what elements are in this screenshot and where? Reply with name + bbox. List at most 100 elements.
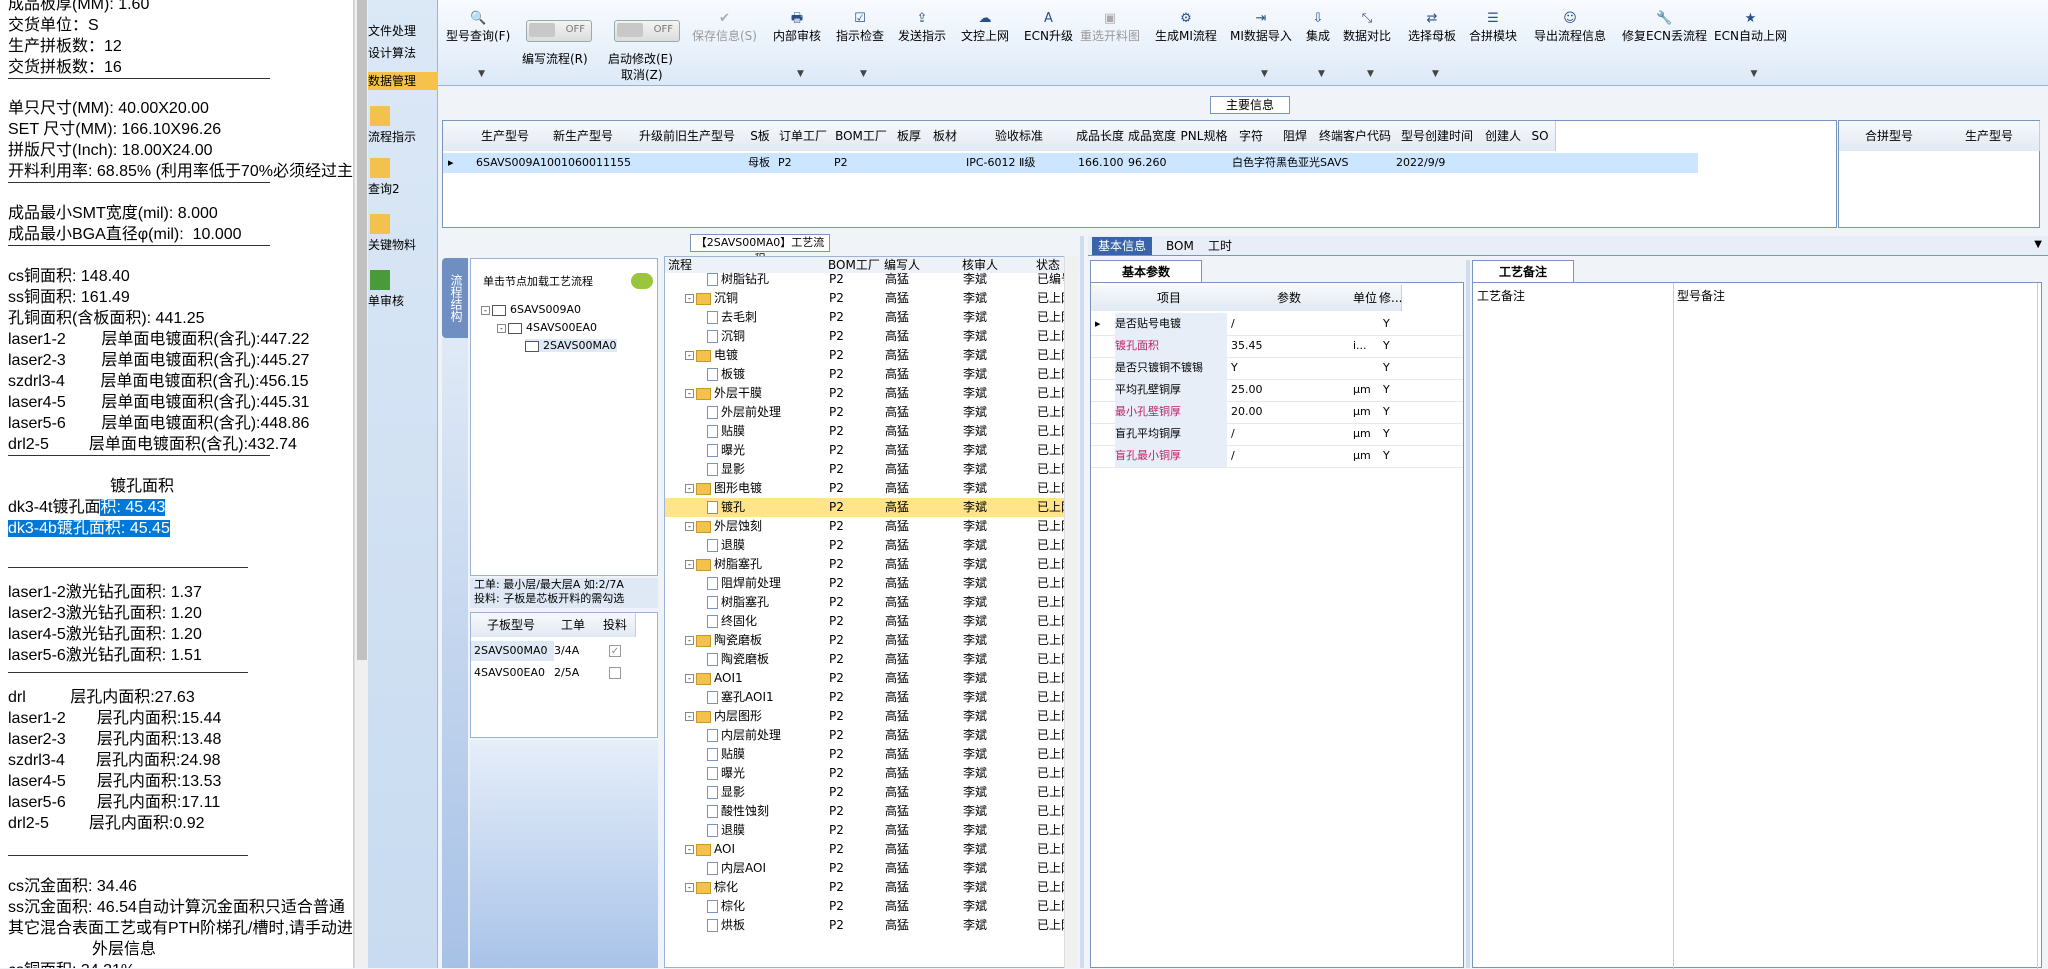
grid-cell[interactable]: 母板 [745,153,778,173]
dropdown-arrow-icon[interactable]: ▼ [1318,66,1325,82]
process-row[interactable]: 内层AOI P2 高猛 李斌 已上网 [665,859,1073,878]
param-row[interactable]: 镀孔面积 35.45 i... Y [1091,335,1463,358]
column-header[interactable]: SO [1525,121,1556,151]
process-row[interactable]: 沉铜 P2 高猛 李斌 已上网 [665,327,1073,346]
toolbar-button[interactable]: 🔧 修复ECN丢流程 [1622,12,1707,44]
toolbar-button[interactable]: ⇪ 发送指示 [898,12,946,44]
process-row[interactable]: - 棕化 P2 高猛 李斌 已上网 [665,878,1073,897]
param-value[interactable]: 25.00 [1231,379,1347,401]
param-row[interactable]: 平均孔壁铜厚 25.00 μm Y [1091,379,1463,402]
process-row[interactable]: - AOI1 P2 高猛 李斌 已上网 [665,669,1073,688]
process-row[interactable]: 曝光 P2 高猛 李斌 已上网 [665,441,1073,460]
process-row[interactable]: 曝光 P2 高猛 李斌 已上网 [665,764,1073,783]
collapse-icon[interactable]: - [685,883,694,892]
column-header[interactable]: 验收标准 [963,121,1076,151]
nav-item[interactable]: 单审核 [368,270,438,309]
nav-item[interactable]: 关键物料 [368,214,438,253]
tab-basic-info[interactable]: 基本信息 [1092,237,1153,255]
toolbar-button[interactable]: 🔍 型号查询(F) ▼ [446,12,510,80]
enable-edit-toggle[interactable]: OFF [614,20,680,42]
process-row[interactable]: - AOI P2 高猛 李斌 已上网 [665,840,1073,859]
column-header[interactable]: 板厚 [891,121,928,151]
sub-order-cell[interactable]: 3/4A [551,641,598,661]
sub-model-cell[interactable]: 2SAVS00MA0 [471,641,554,661]
flow-structure-tab[interactable]: 流程结构 [442,258,468,338]
process-row[interactable]: - 外层干膜 P2 高猛 李斌 已上网 [665,384,1073,403]
process-row[interactable]: - 内层图形 P2 高猛 李斌 已上网 [665,707,1073,726]
tree-node[interactable]: -4SAVS00EA0 [497,321,597,334]
sub-col-header[interactable]: 子板型号 [471,613,552,637]
grid-cell[interactable]: P2 [775,153,834,173]
process-row[interactable]: 显影 P2 高猛 李斌 已上网 [665,783,1073,802]
process-row[interactable]: 镀孔 P2 高猛 李斌 已上网 [665,498,1073,517]
collapse-icon[interactable]: - [685,560,694,569]
process-row[interactable]: - 电镀 P2 高猛 李斌 已上网 [665,346,1073,365]
param-value[interactable]: 35.45 [1231,335,1347,357]
grid-cell[interactable]: IPC-6012 Ⅱ级 [963,153,1078,173]
process-row[interactable]: 树脂塞孔 P2 高猛 李斌 已上网 [665,593,1073,612]
process-row[interactable]: 去毛刺 P2 高猛 李斌 已上网 [665,308,1073,327]
param-value[interactable]: Y [1231,357,1347,379]
grid-cell[interactable] [891,153,930,173]
toolbar-button[interactable]: ☁ 文控上网 [961,12,1009,44]
grid-cell[interactable]: 2022/9/9 [1393,153,1484,173]
grid-cell[interactable]: SAVS [1317,153,1396,173]
toolbar-button[interactable]: ★ ECN自动上网 ▼ [1714,12,1787,80]
merge-col-header[interactable]: 合拼型号 [1839,121,1940,151]
param-col-header[interactable]: 参数 [1227,285,1352,311]
grid-cell[interactable] [927,153,966,173]
column-header[interactable]: 生产型号 [473,121,538,151]
toolbar-button[interactable]: 🖶 内部审核 ▼ [773,12,821,80]
dropdown-arrow-icon[interactable]: ▼ [797,66,804,82]
param-row[interactable]: 是否只镀铜不镀锡 Y Y [1091,357,1463,380]
remark-col-header[interactable]: 工艺备注 [1477,287,1525,304]
tab-bom[interactable]: BOM [1160,237,1200,255]
process-row[interactable]: - 外层蚀刻 P2 高猛 李斌 已上网 [665,517,1073,536]
column-header[interactable]: 阻焊 [1273,121,1318,151]
collapse-icon[interactable]: - [685,845,694,854]
column-header[interactable]: 板材 [927,121,964,151]
dropdown-arrow-icon[interactable]: ▼ [1367,66,1374,82]
nav-item[interactable]: 查询2 [368,158,438,197]
param-row[interactable]: 盲孔最小铜厚 / μm Y [1091,445,1463,468]
tree-node[interactable]: -6SAVS009A0 [481,303,581,316]
tree-node-selected[interactable]: 2SAVS00MA0 [525,339,617,352]
nav-item[interactable]: 文件处理 [368,22,438,39]
splitter[interactable] [1466,260,1470,968]
grid-cell[interactable]: 6SAVS009A0 [473,153,540,173]
grid-cell[interactable]: 10010600111555 [537,153,632,173]
process-row[interactable]: 棕化 P2 高猛 李斌 已上网 [665,897,1073,916]
toolbar-button[interactable]: ▣ 重选开料图 [1080,12,1140,44]
process-row[interactable]: 贴膜 P2 高猛 李斌 已上网 [665,745,1073,764]
grid-cell[interactable] [1179,153,1232,173]
process-row[interactable]: 终固化 P2 高猛 李斌 已上网 [665,612,1073,631]
feed-checkbox[interactable]: ✓ [609,645,621,657]
edit-flow-toggle[interactable]: OFF [526,20,592,42]
column-header[interactable]: S板 [745,121,776,151]
param-col-header[interactable]: 单位 [1351,285,1380,311]
notes-text-panel[interactable]: 成品板厚(MM): 1.60 交货单位：S 生产拼板数：12 交货拼板数：16 单只尺寸… [0,0,354,968]
grid-cell[interactable]: 96.260 [1125,153,1182,173]
process-row[interactable]: - 陶瓷磨板 P2 高猛 李斌 已上网 [665,631,1073,650]
column-header[interactable]: 型号创建时间 [1393,121,1482,151]
param-row[interactable]: 盲孔平均铜厚 / μm Y [1091,423,1463,446]
toolbar-button[interactable]: ⇩ 集成 ▼ [1306,12,1330,80]
grid-cell[interactable]: 白色字符 [1229,153,1276,173]
sub-model-cell[interactable]: 4SAVS00EA0 [471,663,554,683]
process-row[interactable]: 内层前处理 P2 高猛 李斌 已上网 [665,726,1073,745]
dropdown-arrow-icon[interactable]: ▼ [1750,66,1757,82]
process-list-scrollbar[interactable] [1064,256,1078,968]
collapse-icon[interactable]: - [685,712,694,721]
param-value[interactable]: / [1231,445,1347,467]
process-row[interactable]: 退膜 P2 高猛 李斌 已上网 [665,821,1073,840]
column-header[interactable]: PNL规格 [1179,121,1230,151]
toolbar-button[interactable]: ⤡ 数据对比 ▼ [1343,12,1391,80]
nav-item[interactable]: 流程指示 [368,106,438,145]
param-col-header[interactable]: 修... [1379,285,1402,311]
process-row[interactable]: 退膜 P2 高猛 李斌 已上网 [665,536,1073,555]
grid-cell[interactable] [1525,153,1558,173]
nav-item[interactable]: 设计算法 [368,44,438,61]
collapse-icon[interactable]: - [685,294,694,303]
collapse-icon[interactable]: - [685,522,694,531]
grid-cell[interactable]: P2 [831,153,894,173]
